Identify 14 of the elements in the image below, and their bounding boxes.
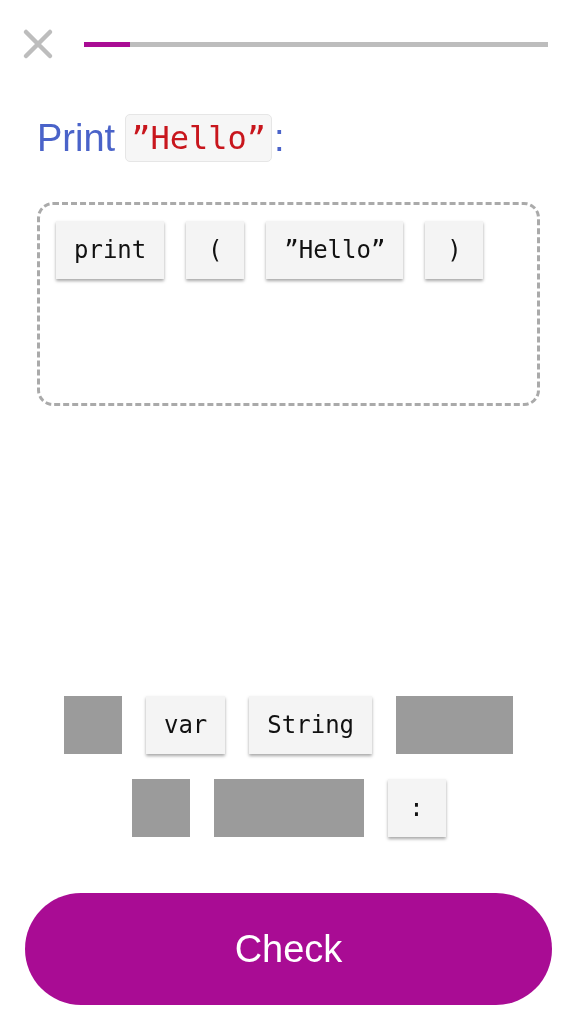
word-tile[interactable]: print — [56, 221, 165, 279]
code-snippet: ”Hello” — [125, 114, 272, 162]
check-button[interactable]: Check — [25, 893, 552, 1005]
word-tile[interactable]: ( — [186, 221, 245, 279]
word-tile[interactable]: : — [387, 779, 446, 837]
empty-tile-slot — [63, 696, 122, 754]
prompt-text: Print — [37, 116, 116, 160]
empty-tile-slot — [131, 779, 190, 837]
word-tile[interactable]: var — [145, 696, 226, 754]
word-tile[interactable]: String — [249, 696, 373, 754]
word-tile[interactable]: ) — [425, 221, 484, 279]
word-tile[interactable]: ”Hello” — [266, 221, 404, 279]
prompt-colon: : — [274, 116, 285, 160]
close-icon[interactable] — [22, 28, 54, 60]
